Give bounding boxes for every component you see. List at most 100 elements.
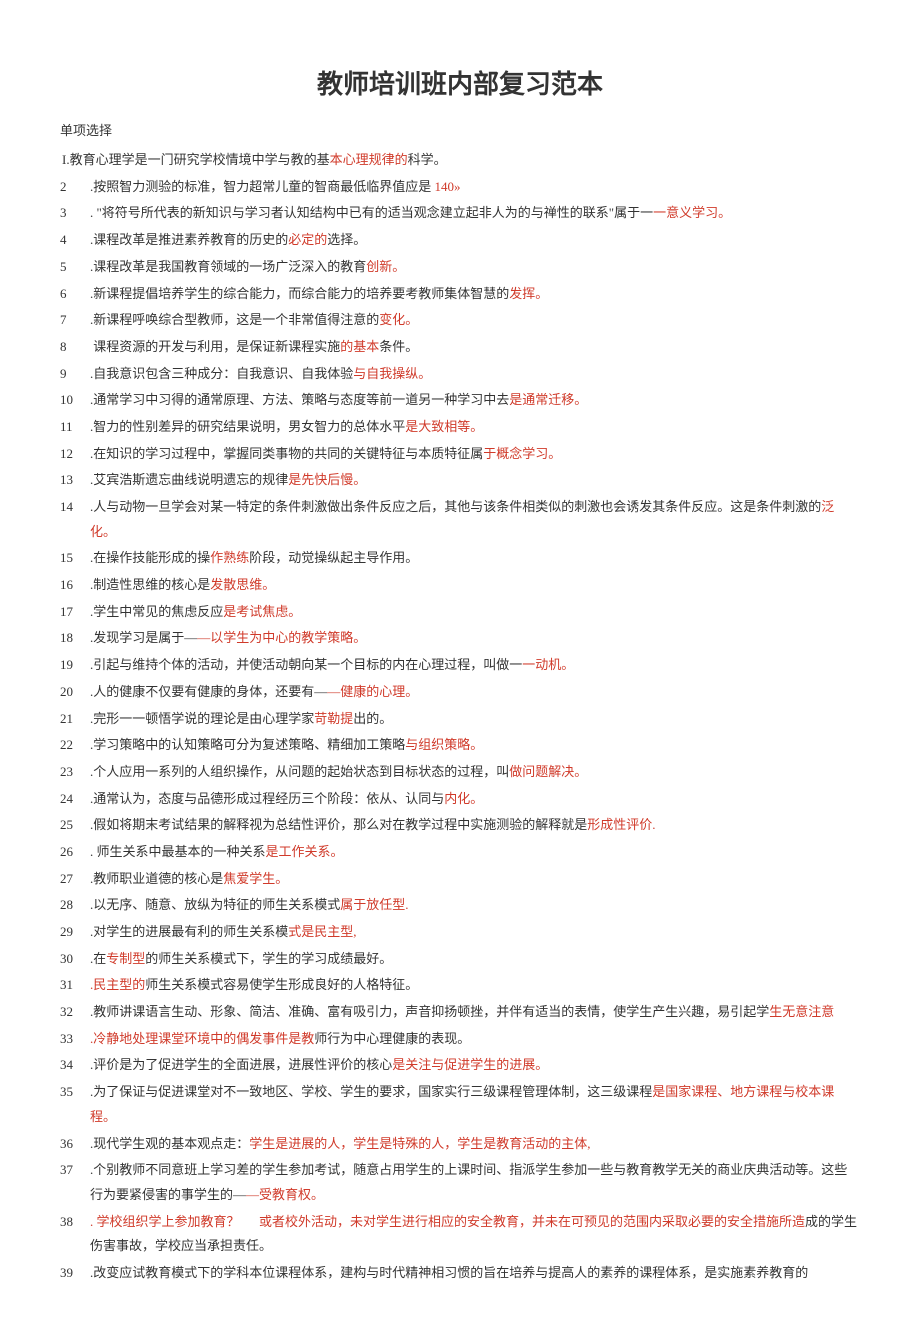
item-number: 5 <box>60 255 90 280</box>
question-item: 17.学生中常见的焦虑反应是考试焦虑。 <box>60 600 860 625</box>
question-item: 15.在操作技能形成的操作熟练阶段，动觉操纵起主导作用。 <box>60 546 860 571</box>
question-item: 14.人与动物一旦学会对某一特定的条件刺激做出条件反应之后，其他与该条件相类似的… <box>60 495 860 544</box>
item-content: .自我意识包含三种成分：自我意识、自我体验与自我操纵。 <box>90 362 860 387</box>
item-content: 课程资源的开发与利用，是保证新课程实施的基本条件。 <box>90 335 860 360</box>
question-item: 22.学习策略中的认知策略可分为复述策略、精细加工策略与组织策略。 <box>60 733 860 758</box>
item-content: .假如将期末考试结果的解释视为总结性评价，那么对在教学过程中实施测验的解释就是形… <box>90 813 860 838</box>
item-content: .改变应试教育模式下的学科本位课程体系，建构与时代精神相习惯的旨在培养与提高人的… <box>90 1261 860 1286</box>
question-item: 3. "将符号所代表的新知识与学习者认知结构中已有的适当观念建立起非人为的与禅性… <box>60 201 860 226</box>
question-list: I.教育心理学是一门研究学校情境中学与教的基本心理规律的科学。2.按照智力测验的… <box>60 148 860 1286</box>
item-number: 11 <box>60 415 90 440</box>
question-item: 10.通常学习中习得的通常原理、方法、策略与态度等前一道另一种学习中去是通常迁移… <box>60 388 860 413</box>
item-content: . 学校组织学上参加教育？ 或者校外活动，未对学生进行相应的安全教育，并未在可预… <box>90 1210 860 1259</box>
item-number: 7 <box>60 308 90 333</box>
item-content: .以无序、随意、放纵为特征的师生关系模式属于放任型. <box>90 893 860 918</box>
item-number: 22 <box>60 733 90 758</box>
item-number: 4 <box>60 228 90 253</box>
section-label: 单项选择 <box>60 119 860 144</box>
item-content: .教师职业道德的核心是焦爱学生。 <box>90 867 860 892</box>
item-content: .新课程呼唤综合型教师，这是一个非常值得注意的变化。 <box>90 308 860 333</box>
item-number: 24 <box>60 787 90 812</box>
item-number: 38 <box>60 1210 90 1235</box>
item-content: .人与动物一旦学会对某一特定的条件刺激做出条件反应之后，其他与该条件相类似的刺激… <box>90 495 860 544</box>
item-number: 12 <box>60 442 90 467</box>
question-item: 30.在专制型的师生关系模式下，学生的学习成绩最好。 <box>60 947 860 972</box>
item-number: 10 <box>60 388 90 413</box>
question-item: 5.课程改革是我国教育领域的一场广泛深入的教育创新。 <box>60 255 860 280</box>
question-item: 27.教师职业道德的核心是焦爱学生。 <box>60 867 860 892</box>
question-item: 33.冷静地处理课堂环境中的偶发事件是教师行为中心理健康的表现。 <box>60 1027 860 1052</box>
item-content: .民主型的师生关系模式容易使学生形成良好的人格特征。 <box>90 973 860 998</box>
question-item: 25.假如将期末考试结果的解释视为总结性评价，那么对在教学过程中实施测验的解释就… <box>60 813 860 838</box>
question-item: 26. 师生关系中最基本的一种关系是工作关系。 <box>60 840 860 865</box>
item-content: .个人应用一系列的人组织操作，从问题的起始状态到目标状态的过程，叫做问题解决。 <box>90 760 860 785</box>
item-number: 8 <box>60 335 90 360</box>
item-content: .在知识的学习过程中，掌握同类事物的共同的关键特征与本质特征属于概念学习。 <box>90 442 860 467</box>
question-item: 18.发现学习是属于——以学生为中心的教学策略。 <box>60 626 860 651</box>
question-item: 20.人的健康不仅要有健康的身体，还要有——健康的心理。 <box>60 680 860 705</box>
item-content: .通常认为，态度与品德形成过程经历三个阶段：依从、认同与内化。 <box>90 787 860 812</box>
question-item: 4.课程改革是推进素养教育的历史的必定的选择。 <box>60 228 860 253</box>
item-content: .新课程提倡培养学生的综合能力，而综合能力的培养要考教师集体智慧的发挥。 <box>90 282 860 307</box>
item-number: 27 <box>60 867 90 892</box>
item-content: .课程改革是推进素养教育的历史的必定的选择。 <box>90 228 860 253</box>
item-content: .发现学习是属于——以学生为中心的教学策略。 <box>90 626 860 651</box>
question-item: 35.为了保证与促进课堂对不一致地区、学校、学生的要求，国家实行三级课程管理体制… <box>60 1080 860 1129</box>
question-item: 6.新课程提倡培养学生的综合能力，而综合能力的培养要考教师集体智慧的发挥。 <box>60 282 860 307</box>
item-number: 29 <box>60 920 90 945</box>
question-item: 12.在知识的学习过程中，掌握同类事物的共同的关键特征与本质特征属于概念学习。 <box>60 442 860 467</box>
item-number: 6 <box>60 282 90 307</box>
question-item: 7.新课程呼唤综合型教师，这是一个非常值得注意的变化。 <box>60 308 860 333</box>
question-item: 28.以无序、随意、放纵为特征的师生关系模式属于放任型. <box>60 893 860 918</box>
item-number: 18 <box>60 626 90 651</box>
item-content: .学习策略中的认知策略可分为复述策略、精细加工策略与组织策略。 <box>90 733 860 758</box>
item-number: 30 <box>60 947 90 972</box>
item-content: .冷静地处理课堂环境中的偶发事件是教师行为中心理健康的表现。 <box>90 1027 860 1052</box>
item-number: 37 <box>60 1158 90 1183</box>
question-item: 9.自我意识包含三种成分：自我意识、自我体验与自我操纵。 <box>60 362 860 387</box>
item-number: 9 <box>60 362 90 387</box>
question-item: 21.完形一一顿悟学说的理论是由心理学家苛勒提出的。 <box>60 707 860 732</box>
item-number: 33 <box>60 1027 90 1052</box>
item-number: 3 <box>60 201 90 226</box>
item-number: 36 <box>60 1132 90 1157</box>
item-content: .在操作技能形成的操作熟练阶段，动觉操纵起主导作用。 <box>90 546 860 571</box>
item-number: 15 <box>60 546 90 571</box>
item-content: .制造性思维的核心是发散思维。 <box>90 573 860 598</box>
item-content: .个别教师不同意班上学习差的学生参加考试，随意占用学生的上课时间、指派学生参加一… <box>90 1158 860 1207</box>
question-item: 31.民主型的师生关系模式容易使学生形成良好的人格特征。 <box>60 973 860 998</box>
item-content: .智力的性别差异的研究结果说明，男女智力的总体水平是大致相等。 <box>90 415 860 440</box>
item-number: 21 <box>60 707 90 732</box>
question-item: 2.按照智力测验的标准，智力超常儿童的智商最低临界值应是 140» <box>60 175 860 200</box>
item-content: . 师生关系中最基本的一种关系是工作关系。 <box>90 840 860 865</box>
item-content: .学生中常见的焦虑反应是考试焦虑。 <box>90 600 860 625</box>
question-item: 23.个人应用一系列的人组织操作，从问题的起始状态到目标状态的过程，叫做问题解决… <box>60 760 860 785</box>
item-content: .对学生的进展最有利的师生关系模式是民主型, <box>90 920 860 945</box>
item-number: 19 <box>60 653 90 678</box>
item-content: .人的健康不仅要有健康的身体，还要有——健康的心理。 <box>90 680 860 705</box>
item-content: .在专制型的师生关系模式下，学生的学习成绩最好。 <box>90 947 860 972</box>
item-content: .按照智力测验的标准，智力超常儿童的智商最低临界值应是 140» <box>90 175 860 200</box>
item-number: 35 <box>60 1080 90 1105</box>
item-content: .通常学习中习得的通常原理、方法、策略与态度等前一道另一种学习中去是通常迁移。 <box>90 388 860 413</box>
question-item: 8 课程资源的开发与利用，是保证新课程实施的基本条件。 <box>60 335 860 360</box>
page-title: 教师培训班内部复习范本 <box>60 60 860 109</box>
item-content: .为了保证与促进课堂对不一致地区、学校、学生的要求，国家实行三级课程管理体制，这… <box>90 1080 860 1129</box>
question-item: 11.智力的性别差异的研究结果说明，男女智力的总体水平是大致相等。 <box>60 415 860 440</box>
item-number: 25 <box>60 813 90 838</box>
item-number: 31 <box>60 973 90 998</box>
item-number: 26 <box>60 840 90 865</box>
item-number: 28 <box>60 893 90 918</box>
question-item: I.教育心理学是一门研究学校情境中学与教的基本心理规律的科学。 <box>60 148 860 173</box>
question-item: 38. 学校组织学上参加教育？ 或者校外活动，未对学生进行相应的安全教育，并未在… <box>60 1210 860 1259</box>
item-number: 13 <box>60 468 90 493</box>
item-number: 2 <box>60 175 90 200</box>
question-item: 24.通常认为，态度与品德形成过程经历三个阶段：依从、认同与内化。 <box>60 787 860 812</box>
item-content: .引起与维持个体的活动，并使活动朝向某一个目标的内在心理过程，叫做一一动机。 <box>90 653 860 678</box>
item-number: 14 <box>60 495 90 520</box>
item-number: 34 <box>60 1053 90 1078</box>
question-item: 13.艾宾浩斯遗忘曲线说明遗忘的规律是先快后慢。 <box>60 468 860 493</box>
item-number: 16 <box>60 573 90 598</box>
item-number: 17 <box>60 600 90 625</box>
item-content: .课程改革是我国教育领域的一场广泛深入的教育创新。 <box>90 255 860 280</box>
